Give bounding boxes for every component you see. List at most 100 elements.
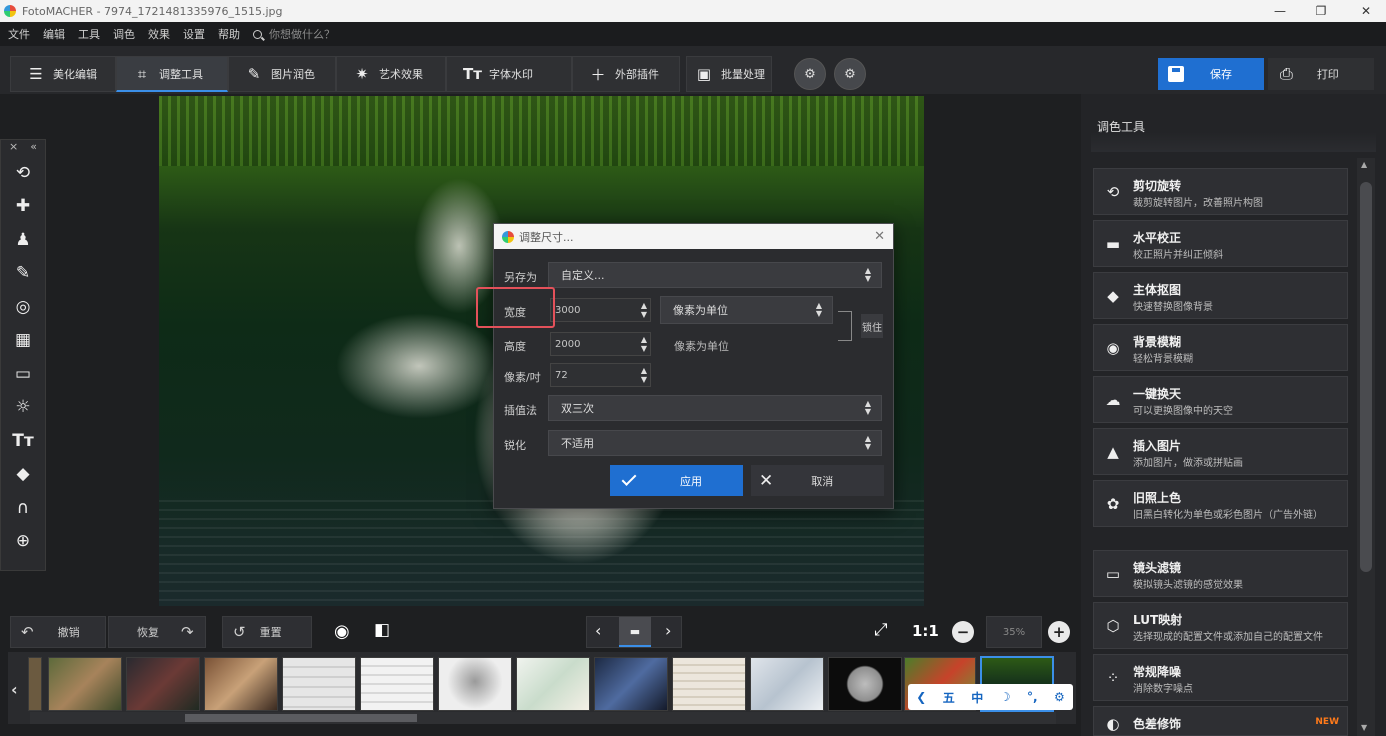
menu-settings[interactable]: 设置 — [183, 26, 205, 42]
lock-ratio-button[interactable]: 锁住 — [861, 314, 883, 338]
spinner-icon[interactable]: ▲ ▼ — [641, 366, 647, 384]
thumbnail[interactable] — [28, 657, 42, 711]
sharpen-select[interactable]: 不适用 ▲ ▼ — [548, 430, 882, 456]
scrollbar-thumb[interactable] — [1360, 182, 1372, 572]
ime-item[interactable]: 五 — [943, 689, 955, 706]
cancel-button[interactable]: ✕ 取消 — [751, 465, 884, 496]
thumbnail[interactable] — [750, 657, 824, 711]
minimize-button[interactable]: — — [1260, 0, 1300, 22]
card-cutout[interactable]: ◆ 主体抠图 快速替换图像背景 — [1093, 272, 1348, 319]
tab-plugins[interactable]: ＋ 外部插件 — [572, 56, 680, 92]
right-panel-scrollbar[interactable]: ▲ ▼ — [1357, 158, 1375, 736]
scroll-down-icon[interactable]: ▼ — [1361, 723, 1367, 732]
height-input[interactable]: 2000 ▲ ▼ — [550, 332, 651, 356]
eye-icon[interactable]: ◉ — [334, 621, 350, 642]
width-unit-select[interactable]: 像素为单位 ▲ ▼ — [660, 296, 833, 324]
menu-color[interactable]: 调色 — [113, 26, 135, 42]
magnet-icon[interactable]: ∩ — [1, 491, 45, 525]
reset-button[interactable]: ↺ 重置 — [222, 616, 312, 648]
card-bg-blur[interactable]: ◉ 背景模糊 轻松背景模糊 — [1093, 324, 1348, 371]
ime-item[interactable]: ⚙ — [1054, 690, 1065, 704]
collapse-panel-icon[interactable]: « — [30, 140, 37, 156]
spinner-icon[interactable]: ▲ ▼ — [641, 301, 647, 319]
ime-item[interactable]: °, — [1027, 690, 1038, 704]
ime-logo-icon[interactable]: ❮ — [916, 690, 926, 704]
healing-icon[interactable]: ✚ — [1, 190, 45, 224]
fill-icon[interactable]: ◆ — [1, 458, 45, 492]
ratio-1to1[interactable]: 1:1 — [912, 622, 939, 640]
tab-text-watermark[interactable]: Tт 字体水印 — [446, 56, 572, 92]
vignette-icon[interactable]: ▭ — [1, 357, 45, 391]
card-sky-replace[interactable]: ☁ 一键换天 可以更换图像中的天空 — [1093, 376, 1348, 423]
menu-effects[interactable]: 效果 — [148, 26, 170, 42]
tab-adjust[interactable]: ⌗ 调整工具 — [116, 56, 228, 92]
card-lens-filter[interactable]: ▭ 镜头滤镜 模拟镜头滤镜的感觉效果 — [1093, 550, 1348, 597]
close-button[interactable]: ✕ — [1346, 0, 1386, 22]
thumbnail[interactable] — [204, 657, 278, 711]
preset-select[interactable]: 自定义... ▲ ▼ — [548, 262, 882, 288]
width-input[interactable]: 3000 ▲ ▼ — [550, 298, 651, 322]
card-horizon[interactable]: ▬ 水平校正 校正照片并纠正倾斜 — [1093, 220, 1348, 267]
tab-beautify[interactable]: ☰ 美化编辑 — [10, 56, 116, 92]
zoom-out-icon[interactable]: − — [952, 621, 974, 643]
filmstrip-scrollbar[interactable] — [30, 712, 1056, 724]
thumbnail[interactable] — [48, 657, 122, 711]
thumbnail[interactable] — [516, 657, 590, 711]
card-crop-rotate[interactable]: ⟲ 剪切旋转 裁剪旋转图片，改善照片构图 — [1093, 168, 1348, 215]
prev-icon[interactable]: ‹ — [595, 621, 601, 640]
tab-art-effects[interactable]: ✷ 艺术效果 — [336, 56, 446, 92]
interp-select[interactable]: 双三次 ▲ ▼ — [548, 395, 882, 421]
thumbnail[interactable] — [672, 657, 746, 711]
filmstrip-prev-icon[interactable]: ‹ — [11, 680, 18, 699]
spinner-icon[interactable]: ▲ ▼ — [641, 335, 647, 353]
menu-file[interactable]: 文件 — [8, 26, 30, 42]
scrollbar-thumb[interactable] — [185, 714, 417, 722]
close-panel-icon[interactable]: × — [9, 140, 18, 156]
tab-retouch[interactable]: ✎ 图片润色 — [228, 56, 336, 92]
interp-label: 插值法 — [504, 404, 537, 417]
scroll-up-icon[interactable]: ▲ — [1361, 160, 1367, 169]
tab-batch[interactable]: ▣ 批量处理 — [686, 56, 772, 92]
print-button[interactable]: ⎙ 打印 — [1268, 58, 1374, 90]
search-box[interactable]: 你想做什么？ — [253, 26, 335, 42]
gradient-icon[interactable]: ▦ — [1, 324, 45, 358]
thumbnail[interactable] — [126, 657, 200, 711]
target-icon[interactable]: ◎ — [1, 290, 45, 324]
brush-icon[interactable]: ✎ — [1, 257, 45, 291]
brightness-icon[interactable]: ☼ — [1, 391, 45, 425]
zoom-in-icon[interactable]: + — [1048, 621, 1070, 643]
card-lut[interactable]: ⬡ LUT映射 选择现成的配置文件或添加自己的配置文件 — [1093, 602, 1348, 649]
compare-icon[interactable]: ◧ — [374, 620, 390, 640]
thumbnail[interactable] — [282, 657, 356, 711]
next-icon[interactable]: › — [665, 621, 671, 640]
menu-help[interactable]: 帮助 — [218, 26, 240, 42]
card-denoise[interactable]: ⁘ 常规降噪 消除数字噪点 — [1093, 654, 1348, 701]
card-colorize[interactable]: ✿ 旧照上色 旧黑白转化为单色或彩色图片（广告外链） — [1093, 480, 1348, 527]
thumbnail[interactable] — [438, 657, 512, 711]
dialog-close-icon[interactable]: ✕ — [874, 229, 885, 244]
apply-button[interactable]: 应用 — [610, 465, 743, 496]
folder-icon[interactable]: ▬ — [619, 617, 651, 647]
ime-item[interactable]: ☽ — [1000, 690, 1011, 704]
add-preset-button[interactable]: ⚙ — [794, 58, 826, 90]
text-icon[interactable]: Tт — [1, 424, 45, 458]
fit-screen-icon[interactable]: ⤢ — [874, 620, 888, 640]
crop-rotate-icon[interactable]: ⟲ — [1, 156, 45, 190]
maximize-button[interactable]: ❐ — [1301, 0, 1341, 22]
preset-settings-button[interactable]: ⚙ — [834, 58, 866, 90]
ime-item[interactable]: 中 — [971, 689, 983, 706]
thumbnail[interactable] — [828, 657, 902, 711]
globe-icon[interactable]: ⊕ — [1, 525, 45, 559]
redo-button[interactable]: 恢复 ↷ — [108, 616, 206, 648]
undo-button[interactable]: ↶ 撤销 — [10, 616, 106, 648]
stamp-icon[interactable]: ♟ — [1, 223, 45, 257]
zoom-level[interactable]: 35% — [986, 616, 1042, 648]
menu-edit[interactable]: 编辑 — [43, 26, 65, 42]
card-insert-image[interactable]: ▲ 插入图片 添加图片，做添或拼贴画 — [1093, 428, 1348, 475]
thumbnail[interactable] — [360, 657, 434, 711]
thumbnail[interactable] — [594, 657, 668, 711]
card-chromatic[interactable]: ◐ 色差修饰 NEW — [1093, 706, 1348, 736]
save-button[interactable]: 保存 — [1158, 58, 1264, 90]
menu-tools[interactable]: 工具 — [78, 26, 100, 42]
resolution-input[interactable]: 72 ▲ ▼ — [550, 363, 651, 387]
